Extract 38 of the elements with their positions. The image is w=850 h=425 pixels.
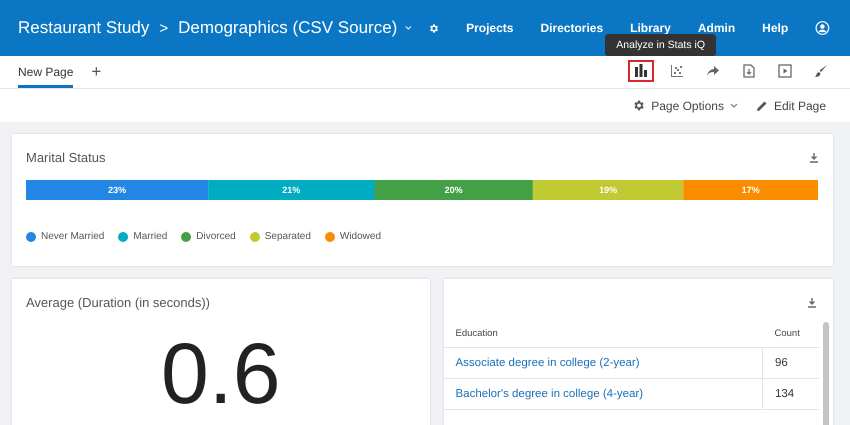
add-page-button[interactable]: + [91, 56, 102, 88]
nav-link[interactable]: Projects [466, 21, 514, 35]
edit-page-button[interactable]: Edit Page [774, 98, 826, 112]
nav-link[interactable]: Library [630, 21, 671, 35]
data-label: 19% [599, 185, 618, 195]
download-icon[interactable] [809, 152, 819, 162]
legend-label: Widowed [340, 231, 382, 242]
category-link[interactable]: Associate degree in college (2-year) [456, 357, 640, 369]
metric-value: 0.6 [160, 329, 282, 419]
tooltip: Analyze in Stats iQ [605, 34, 716, 56]
legend-label: Divorced [196, 231, 236, 242]
breadcrumb-separator: > [159, 20, 168, 36]
data-label: 17% [742, 185, 760, 195]
nav-link[interactable]: Help [762, 21, 788, 35]
breadcrumb-link[interactable]: Restaurant Study [18, 18, 150, 38]
table-cell: 96 [775, 357, 788, 369]
download-icon[interactable] [807, 298, 817, 308]
legend-label: Never Married [41, 231, 104, 242]
gear-icon [632, 99, 646, 112]
nav-link[interactable]: Admin [698, 21, 736, 35]
pencil-icon [756, 100, 768, 112]
widget-title: Marital Status [26, 150, 106, 165]
table-cell: 134 [775, 388, 794, 400]
bar-chart-icon[interactable] [628, 60, 654, 82]
legend-label: Married [133, 231, 168, 242]
caret-icon[interactable] [730, 103, 738, 108]
legend-label: Separated [264, 231, 311, 242]
data-label: 21% [282, 185, 300, 195]
column-header: Count [762, 320, 819, 348]
column-header: Education [444, 320, 762, 348]
data-label: 23% [108, 185, 126, 195]
category-link[interactable]: Bachelor's degree in college (4-year) [456, 388, 644, 400]
data-label: 20% [444, 185, 463, 195]
widget-title: Average (Duration (in seconds)) [26, 295, 210, 310]
user-avatar-icon[interactable] [815, 18, 830, 38]
breadcrumb-link[interactable]: Demographics (CSV Source) [178, 18, 398, 38]
page-options-button[interactable]: Page Options [651, 98, 724, 112]
nav-link[interactable]: Directories [540, 21, 604, 35]
